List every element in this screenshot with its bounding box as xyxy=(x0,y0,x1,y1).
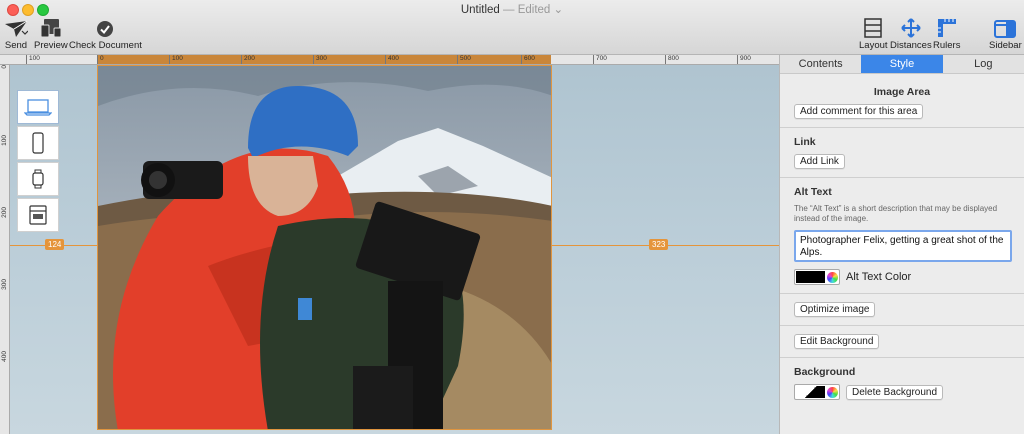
window-title: Untitled — Edited ⌄ xyxy=(0,2,1024,16)
add-link-button[interactable]: Add Link xyxy=(794,154,845,169)
rulers-button[interactable]: Rulers xyxy=(933,18,960,51)
distance-left-badge: 124 xyxy=(45,239,65,250)
photographer-image xyxy=(98,66,551,429)
document-title: Untitled xyxy=(460,4,500,16)
image-area-section: Image Area Add comment for this area xyxy=(780,74,1024,128)
vertical-ruler: 0 100 200 300 400 xyxy=(0,65,10,434)
ruler-tick: 900 xyxy=(737,55,751,64)
background-section: Background Delete Background xyxy=(780,358,1024,408)
background-color-well[interactable] xyxy=(794,384,840,400)
ruler-tick: 100 xyxy=(26,55,40,64)
sidebar-label: Sidebar xyxy=(989,40,1022,51)
distances-label: Distances xyxy=(890,40,932,51)
background-title: Background xyxy=(794,366,856,378)
ruler-tick: 800 xyxy=(665,55,679,64)
window-toolbar: Untitled — Edited ⌄ Send Preview Check D… xyxy=(0,0,1024,55)
layout-button[interactable]: Layout xyxy=(859,18,888,51)
ruler-tick: 700 xyxy=(593,55,607,64)
ruler-tick: 100 xyxy=(1,135,8,146)
selected-image-area[interactable] xyxy=(97,65,552,430)
edited-status: — Edited xyxy=(503,4,551,16)
email-icon xyxy=(29,205,47,225)
checkmark-circle-icon xyxy=(69,18,142,38)
check-document-button[interactable]: Check Document xyxy=(69,18,142,51)
distance-right-badge: 323 xyxy=(649,239,669,250)
title-chevron-icon[interactable]: ⌄ xyxy=(554,4,564,16)
ruler-tick: 300 xyxy=(1,279,8,290)
tab-contents[interactable]: Contents xyxy=(780,55,861,73)
ruler-tick: 400 xyxy=(1,351,8,362)
color-wheel-icon xyxy=(827,386,838,398)
laptop-preview-button[interactable] xyxy=(17,90,59,124)
alt-text-color-label: Alt Text Color xyxy=(846,271,912,283)
ruler-tick: 100 xyxy=(169,55,183,64)
layout-icon xyxy=(859,18,888,38)
color-swatch xyxy=(796,386,826,398)
check-document-label: Check Document xyxy=(69,40,142,51)
color-wheel-icon xyxy=(827,271,838,283)
link-title: Link xyxy=(794,136,816,148)
preview-devices-icon xyxy=(34,18,68,38)
background-row: Delete Background xyxy=(794,384,1010,400)
editor-canvas[interactable]: 124 323 xyxy=(10,65,779,434)
preview-button[interactable]: Preview xyxy=(34,18,68,51)
image-area-title: Image Area xyxy=(873,86,931,98)
distances-icon xyxy=(890,18,932,38)
edit-background-button[interactable]: Edit Background xyxy=(794,334,880,349)
optimize-image-button[interactable]: Optimize image xyxy=(794,302,876,317)
sidebar-tabs: Contents Style Log xyxy=(780,55,1024,74)
optimize-section: Optimize image xyxy=(780,294,1024,326)
watch-icon xyxy=(32,169,44,189)
alt-text-color-well[interactable] xyxy=(794,269,840,285)
inspector-sidebar: Contents Style Log Image Area Add commen… xyxy=(779,55,1024,434)
ruler-tick: 600 xyxy=(521,55,535,64)
layout-label: Layout xyxy=(859,40,888,51)
delete-background-button[interactable]: Delete Background xyxy=(846,384,944,400)
alt-text-field[interactable]: Photographer Felix, getting a great shot… xyxy=(794,230,1012,262)
watch-preview-button[interactable] xyxy=(17,162,59,196)
email-preview-button[interactable] xyxy=(17,198,59,232)
sidebar-icon xyxy=(989,18,1022,38)
ruler-tick: 0 xyxy=(1,65,8,69)
ruler-tick: 500 xyxy=(457,55,471,64)
send-label: Send xyxy=(4,40,28,51)
tab-style[interactable]: Style xyxy=(861,55,943,73)
ruler-tick: 200 xyxy=(241,55,255,64)
rulers-label: Rulers xyxy=(933,40,961,51)
link-section: Link Add Link xyxy=(780,128,1024,178)
ruler-tick: 300 xyxy=(313,55,327,64)
send-button[interactable]: Send xyxy=(4,18,28,51)
alt-text-section: Alt Text The “Alt Text” is a short descr… xyxy=(780,178,1024,294)
alt-text-title: Alt Text xyxy=(794,186,832,198)
horizontal-ruler: 100 0 100 200 300 400 500 600 700 800 90… xyxy=(0,55,779,65)
ruler-tick: 400 xyxy=(385,55,399,64)
phone-preview-button[interactable] xyxy=(17,126,59,160)
ruler-tick: 200 xyxy=(1,207,8,218)
preview-label: Preview xyxy=(34,40,68,51)
paper-plane-icon xyxy=(4,18,28,38)
tab-log[interactable]: Log xyxy=(943,55,1024,73)
phone-icon xyxy=(32,132,44,154)
distances-button[interactable]: Distances xyxy=(890,18,932,51)
laptop-icon xyxy=(24,99,52,116)
alt-text-color-row: Alt Text Color xyxy=(794,269,1010,285)
ruler-tick: 0 xyxy=(97,55,104,64)
edit-background-section: Edit Background xyxy=(780,326,1024,358)
rulers-icon xyxy=(933,18,960,38)
device-preview-list xyxy=(17,90,59,234)
color-swatch xyxy=(796,271,826,283)
sidebar-button[interactable]: Sidebar xyxy=(989,18,1022,51)
add-comment-button[interactable]: Add comment for this area xyxy=(794,104,924,119)
alt-text-description: The “Alt Text” is a short description th… xyxy=(794,204,998,223)
